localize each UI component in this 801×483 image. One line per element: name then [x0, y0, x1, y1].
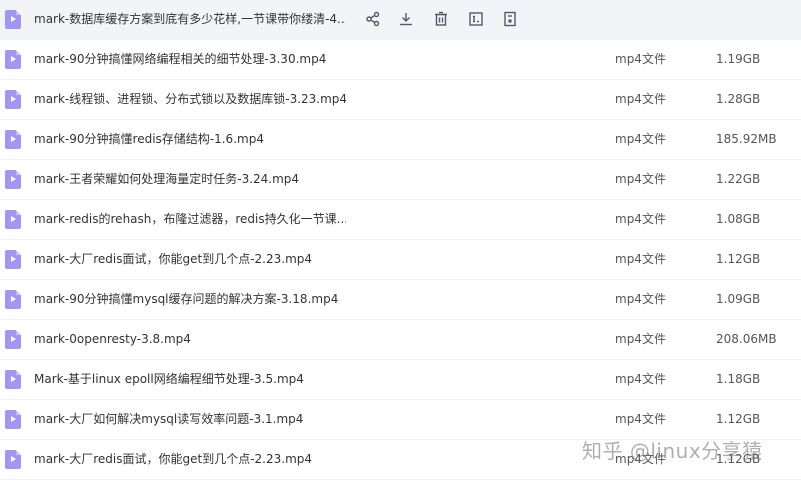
video-file-icon — [5, 370, 21, 389]
more-icon[interactable] — [501, 10, 519, 28]
file-type: mp4文件 — [615, 252, 666, 266]
video-file-icon — [5, 170, 21, 189]
file-type: mp4文件 — [615, 412, 666, 426]
file-row[interactable]: mark-大厂redis面试，你能get到几个点-2.23.mp4 mp4文件 … — [0, 240, 801, 280]
file-type: mp4文件 — [615, 292, 666, 306]
download-icon[interactable] — [397, 10, 415, 28]
video-file-icon — [5, 410, 21, 429]
file-row[interactable]: mark-王者荣耀如何处理海量定时任务-3.24.mp4 mp4文件 1.22G… — [0, 160, 801, 200]
file-size: 1.22GB — [716, 172, 761, 186]
rename-icon[interactable] — [467, 10, 485, 28]
video-file-icon — [5, 290, 21, 309]
file-size: 1.09GB — [716, 292, 761, 306]
file-size: 1.28GB — [716, 92, 761, 106]
share-icon[interactable] — [364, 10, 382, 28]
file-type: mp4文件 — [615, 212, 666, 226]
video-file-icon — [5, 250, 21, 269]
file-row[interactable]: mark-90分钟搞懂网络编程相关的细节处理-3.30.mp4 mp4文件 1.… — [0, 40, 801, 80]
file-size: 1.08GB — [716, 212, 761, 226]
file-row[interactable]: mark-线程锁、进程锁、分布式锁以及数据库锁-3.23.mp4 mp4文件 1… — [0, 80, 801, 120]
file-name[interactable]: mark-90分钟搞懂mysql缓存问题的解决方案-3.18.mp4 — [34, 291, 338, 308]
file-size: 208.06MB — [716, 332, 777, 346]
file-row[interactable]: mark-90分钟搞懂mysql缓存问题的解决方案-3.18.mp4 mp4文件… — [0, 280, 801, 320]
file-name[interactable]: mark-0openresty-3.8.mp4 — [34, 331, 191, 348]
file-name[interactable]: mark-大厂如何解决mysql读写效率问题-3.1.mp4 — [34, 411, 303, 428]
delete-icon[interactable] — [432, 10, 450, 28]
file-name[interactable]: Mark-基于linux epoll网络编程细节处理-3.5.mp4 — [34, 371, 304, 388]
file-row[interactable]: mark-数据库缓存方案到底有多少花样,一节课带你缕清-4... — [0, 0, 801, 40]
file-type: mp4文件 — [615, 52, 666, 66]
file-type: mp4文件 — [615, 372, 666, 386]
video-file-icon — [5, 10, 21, 29]
file-row[interactable]: Mark-基于linux epoll网络编程细节处理-3.5.mp4 mp4文件… — [0, 360, 801, 400]
file-name[interactable]: mark-数据库缓存方案到底有多少花样,一节课带你缕清-4... — [34, 11, 346, 28]
file-type: mp4文件 — [615, 332, 666, 346]
file-name[interactable]: mark-王者荣耀如何处理海量定时任务-3.24.mp4 — [34, 171, 299, 188]
video-file-icon — [5, 130, 21, 149]
file-row[interactable]: mark-90分钟搞懂redis存储结构-1.6.mp4 mp4文件 185.9… — [0, 120, 801, 160]
video-file-icon — [5, 210, 21, 229]
file-name[interactable]: mark-大厂redis面试，你能get到几个点-2.23.mp4 — [34, 251, 312, 268]
file-row[interactable]: mark-redis的rehash，布隆过滤器，redis持久化一节课... m… — [0, 200, 801, 240]
file-size: 1.12GB — [716, 252, 761, 266]
video-file-icon — [5, 450, 21, 469]
file-type: mp4文件 — [615, 132, 666, 146]
file-name[interactable]: mark-大厂redis面试，你能get到几个点-2.23.mp4 — [34, 451, 312, 468]
file-type: mp4文件 — [615, 92, 666, 106]
video-file-icon — [5, 90, 21, 109]
video-file-icon — [5, 330, 21, 349]
file-size: 1.18GB — [716, 372, 761, 386]
watermark: 知乎 @linux分享猿 — [582, 439, 763, 463]
file-row[interactable]: mark-大厂如何解决mysql读写效率问题-3.1.mp4 mp4文件 1.1… — [0, 400, 801, 440]
file-name[interactable]: mark-90分钟搞懂redis存储结构-1.6.mp4 — [34, 131, 264, 148]
file-size: 185.92MB — [716, 132, 777, 146]
file-type: mp4文件 — [615, 172, 666, 186]
file-size: 1.19GB — [716, 52, 761, 66]
file-row[interactable]: mark-0openresty-3.8.mp4 mp4文件 208.06MB — [0, 320, 801, 360]
file-name[interactable]: mark-线程锁、进程锁、分布式锁以及数据库锁-3.23.mp4 — [34, 91, 346, 108]
video-file-icon — [5, 50, 21, 69]
file-size: 1.12GB — [716, 412, 761, 426]
file-name[interactable]: mark-90分钟搞懂网络编程相关的细节处理-3.30.mp4 — [34, 51, 326, 68]
file-name[interactable]: mark-redis的rehash，布隆过滤器，redis持久化一节课... — [34, 211, 346, 228]
